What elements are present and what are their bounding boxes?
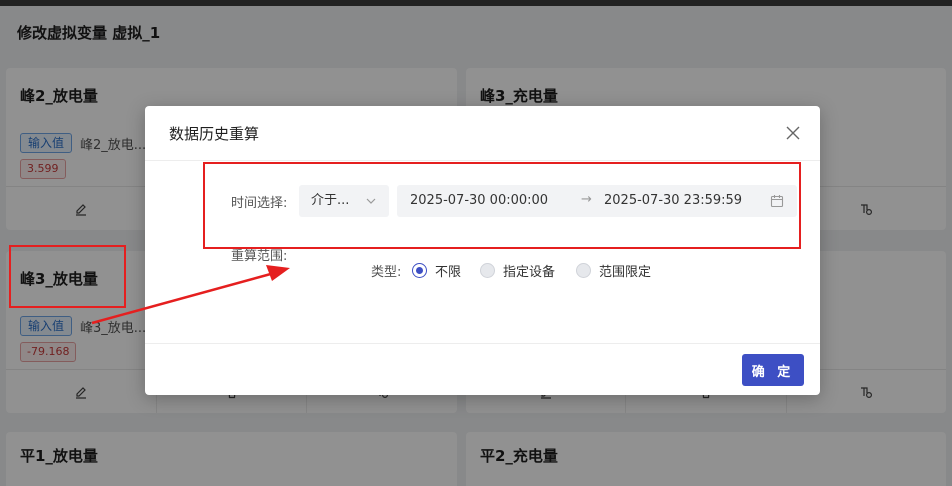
annotation-box-card [9, 245, 126, 308]
radio-label: 不限 [435, 265, 462, 280]
confirm-button[interactable]: 确 定 [742, 354, 804, 386]
radio-unlimited[interactable]: 不限 [412, 261, 461, 280]
radio-device[interactable]: 指定设备 [480, 261, 555, 280]
radio-dot [412, 263, 427, 278]
radio-label: 指定设备 [503, 265, 556, 280]
dialog-footer-divider [145, 343, 820, 344]
radio-range[interactable]: 范围限定 [576, 261, 651, 280]
radio-label: 范围限定 [599, 265, 652, 280]
recalc-dialog: 数据历史重算 时间选择: 介于... 2025-07-30 00:00:00 →… [145, 106, 820, 395]
type-label: 类型: [371, 265, 402, 280]
close-icon [786, 126, 800, 140]
annotation-box-time [203, 162, 801, 249]
dialog-header-divider [145, 160, 820, 161]
radio-dot [480, 263, 495, 278]
radio-dot [576, 263, 591, 278]
dialog-title: 数据历史重算 [169, 125, 260, 143]
close-button[interactable] [782, 122, 804, 144]
